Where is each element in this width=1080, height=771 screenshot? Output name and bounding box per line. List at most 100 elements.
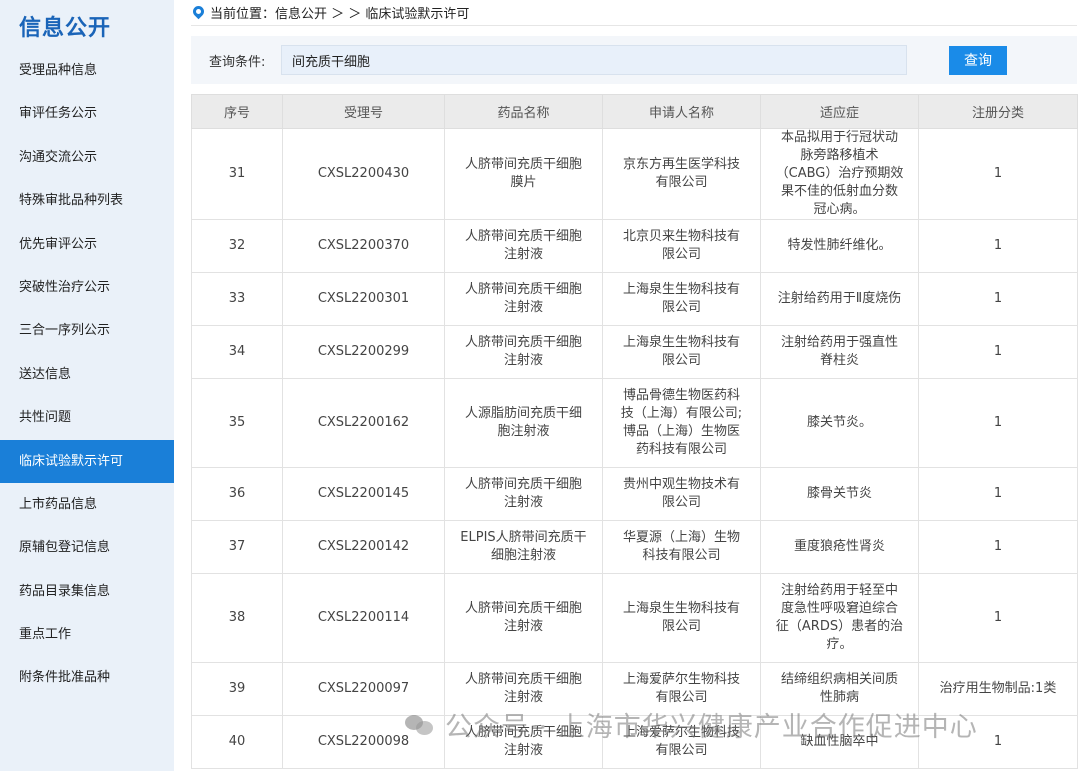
sidebar-item-priority-review[interactable]: 优先审评公示: [0, 223, 174, 266]
cell-indication: 特发性肺纤维化。: [760, 219, 919, 273]
cell-category: 1: [918, 573, 1078, 663]
cell-indication: 缺血性脑卒中: [760, 715, 919, 769]
cell-indication: 重度狼疮性肾炎: [760, 520, 919, 574]
table-row[interactable]: 35 CXSL2200162 人源脂肪间充质干细胞注射液 博品骨德生物医药科技（…: [191, 378, 1078, 468]
sidebar-item-conditional-approval[interactable]: 附条件批准品种: [0, 656, 174, 699]
table-row[interactable]: 40 CXSL2200098 人脐带间充质干细胞注射液 上海爱萨尔生物科技有限公…: [191, 715, 1078, 769]
cell-no: 33: [191, 272, 283, 326]
sidebar-item-special-approval[interactable]: 特殊审批品种列表: [0, 179, 174, 222]
cell-applicant: 华夏源（上海）生物科技有限公司: [602, 520, 761, 574]
cell-applicant: 上海泉生生物科技有限公司: [602, 325, 761, 379]
cell-drug-name: 人脐带间充质干细胞膜片: [444, 128, 603, 220]
cell-acceptance-id: CXSL2200142: [282, 520, 445, 574]
results-table: 序号 受理号 药品名称 申请人名称 适应症 注册分类 31 CXSL220043…: [191, 94, 1078, 769]
header-drug-name[interactable]: 药品名称: [444, 94, 603, 129]
cell-drug-name: 人脐带间充质干细胞注射液: [444, 272, 603, 326]
table-row[interactable]: 39 CXSL2200097 人脐带间充质干细胞注射液 上海爱萨尔生物科技有限公…: [191, 662, 1078, 716]
query-input[interactable]: [281, 45, 907, 75]
header-category[interactable]: 注册分类: [918, 94, 1078, 129]
sidebar-item-communication[interactable]: 沟通交流公示: [0, 136, 174, 179]
query-button[interactable]: 查询: [949, 45, 1007, 75]
sidebar-item-drug-catalog[interactable]: 药品目录集信息: [0, 570, 174, 613]
cell-acceptance-id: CXSL2200299: [282, 325, 445, 379]
cell-acceptance-id: CXSL2200301: [282, 272, 445, 326]
cell-no: 31: [191, 128, 283, 220]
cell-no: 36: [191, 467, 283, 521]
main-content: 当前位置：信息公开 ＞ ＞ 临床试验默示许可 查询条件: 查询 序号 受理号 药…: [190, 0, 1078, 769]
table-row[interactable]: 32 CXSL2200370 人脐带间充质干细胞注射液 北京贝来生物科技有限公司…: [191, 219, 1078, 273]
cell-no: 35: [191, 378, 283, 468]
cell-applicant: 北京贝来生物科技有限公司: [602, 219, 761, 273]
table-row[interactable]: 31 CXSL2200430 人脐带间充质干细胞膜片 京东方再生医学科技有限公司…: [191, 128, 1078, 220]
cell-drug-name: 人脐带间充质干细胞注射液: [444, 467, 603, 521]
table-row[interactable]: 33 CXSL2200301 人脐带间充质干细胞注射液 上海泉生生物科技有限公司…: [191, 272, 1078, 326]
cell-category: 1: [918, 272, 1078, 326]
cell-drug-name: 人脐带间充质干细胞注射液: [444, 662, 603, 716]
cell-no: 40: [191, 715, 283, 769]
cell-acceptance-id: CXSL2200162: [282, 378, 445, 468]
sidebar-item-accepted-varieties[interactable]: 受理品种信息: [0, 49, 174, 92]
cell-no: 32: [191, 219, 283, 273]
cell-acceptance-id: CXSL2200430: [282, 128, 445, 220]
cell-drug-name: 人脐带间充质干细胞注射液: [444, 715, 603, 769]
cell-drug-name: 人脐带间充质干细胞注射液: [444, 325, 603, 379]
cell-acceptance-id: CXSL2200098: [282, 715, 445, 769]
cell-applicant: 上海爱萨尔生物科技有限公司: [602, 715, 761, 769]
header-acceptance-id[interactable]: 受理号: [282, 94, 445, 129]
sidebar-item-delivery-info[interactable]: 送达信息: [0, 353, 174, 396]
sidebar-item-three-in-one[interactable]: 三合一序列公示: [0, 309, 174, 352]
cell-applicant: 京东方再生医学科技有限公司: [602, 128, 761, 220]
cell-indication: 膝关节炎。: [760, 378, 919, 468]
query-label: 查询条件:: [209, 54, 266, 70]
header-no[interactable]: 序号: [191, 94, 283, 129]
cell-drug-name: 人脐带间充质干细胞注射液: [444, 573, 603, 663]
cell-no: 38: [191, 573, 283, 663]
cell-category: 1: [918, 467, 1078, 521]
header-applicant[interactable]: 申请人名称: [602, 94, 761, 129]
cell-indication: 本品拟用于行冠状动脉旁路移植术（CABG）治疗预期效果不佳的低射血分数冠心病。: [760, 128, 919, 220]
sidebar-item-common-issues[interactable]: 共性问题: [0, 396, 174, 439]
table-row[interactable]: 36 CXSL2200145 人脐带间充质干细胞注射液 贵州中观生物技术有限公司…: [191, 467, 1078, 521]
table-row[interactable]: 37 CXSL2200142 ELPIS人脐带间充质干细胞注射液 华夏源（上海）…: [191, 520, 1078, 574]
sidebar: 信息公开 受理品种信息 审评任务公示 沟通交流公示 特殊审批品种列表 优先审评公…: [0, 0, 174, 771]
cell-indication: 注射给药用于强直性脊柱炎: [760, 325, 919, 379]
sidebar-item-clinical-trial-permission[interactable]: 临床试验默示许可: [0, 439, 174, 483]
cell-category: 1: [918, 520, 1078, 574]
sidebar-title: 信息公开: [19, 16, 112, 41]
sidebar-item-excipient-registration[interactable]: 原辅包登记信息: [0, 526, 174, 569]
cell-drug-name: ELPIS人脐带间充质干细胞注射液: [444, 520, 603, 574]
cell-category: 治疗用生物制品:1类: [918, 662, 1078, 716]
cell-indication: 注射给药用于Ⅱ度烧伤: [760, 272, 919, 326]
cell-applicant: 上海泉生生物科技有限公司: [602, 272, 761, 326]
query-bar: 查询条件: 查询: [191, 36, 1077, 84]
cell-applicant: 贵州中观生物技术有限公司: [602, 467, 761, 521]
cell-acceptance-id: CXSL2200097: [282, 662, 445, 716]
header-indication[interactable]: 适应症: [760, 94, 919, 129]
table-row[interactable]: 34 CXSL2200299 人脐带间充质干细胞注射液 上海泉生生物科技有限公司…: [191, 325, 1078, 379]
location-pin-icon: [190, 3, 207, 20]
cell-indication: 膝骨关节炎: [760, 467, 919, 521]
cell-drug-name: 人源脂肪间充质干细胞注射液: [444, 378, 603, 468]
table-header-row: 序号 受理号 药品名称 申请人名称 适应症 注册分类: [191, 94, 1078, 129]
cell-category: 1: [918, 325, 1078, 379]
cell-category: 1: [918, 128, 1078, 220]
cell-category: 1: [918, 378, 1078, 468]
cell-indication: 结缔组织病相关间质性肺病: [760, 662, 919, 716]
cell-no: 37: [191, 520, 283, 574]
sidebar-item-key-work[interactable]: 重点工作: [0, 613, 174, 656]
sidebar-item-review-tasks[interactable]: 审评任务公示: [0, 92, 174, 135]
sidebar-menu: 受理品种信息 审评任务公示 沟通交流公示 特殊审批品种列表 优先审评公示 突破性…: [0, 49, 174, 700]
cell-no: 34: [191, 325, 283, 379]
cell-category: 1: [918, 219, 1078, 273]
cell-acceptance-id: CXSL2200114: [282, 573, 445, 663]
sidebar-item-marketed-drugs[interactable]: 上市药品信息: [0, 483, 174, 526]
cell-acceptance-id: CXSL2200145: [282, 467, 445, 521]
cell-drug-name: 人脐带间充质干细胞注射液: [444, 219, 603, 273]
cell-acceptance-id: CXSL2200370: [282, 219, 445, 273]
sidebar-item-breakthrough-therapy[interactable]: 突破性治疗公示: [0, 266, 174, 309]
cell-indication: 注射给药用于轻至中度急性呼吸窘迫综合征（ARDS）患者的治疗。: [760, 573, 919, 663]
cell-no: 39: [191, 662, 283, 716]
table-row[interactable]: 38 CXSL2200114 人脐带间充质干细胞注射液 上海泉生生物科技有限公司…: [191, 573, 1078, 663]
cell-applicant: 博品骨德生物医药科技（上海）有限公司;博品（上海）生物医药科技有限公司: [602, 378, 761, 468]
cell-applicant: 上海爱萨尔生物科技有限公司: [602, 662, 761, 716]
